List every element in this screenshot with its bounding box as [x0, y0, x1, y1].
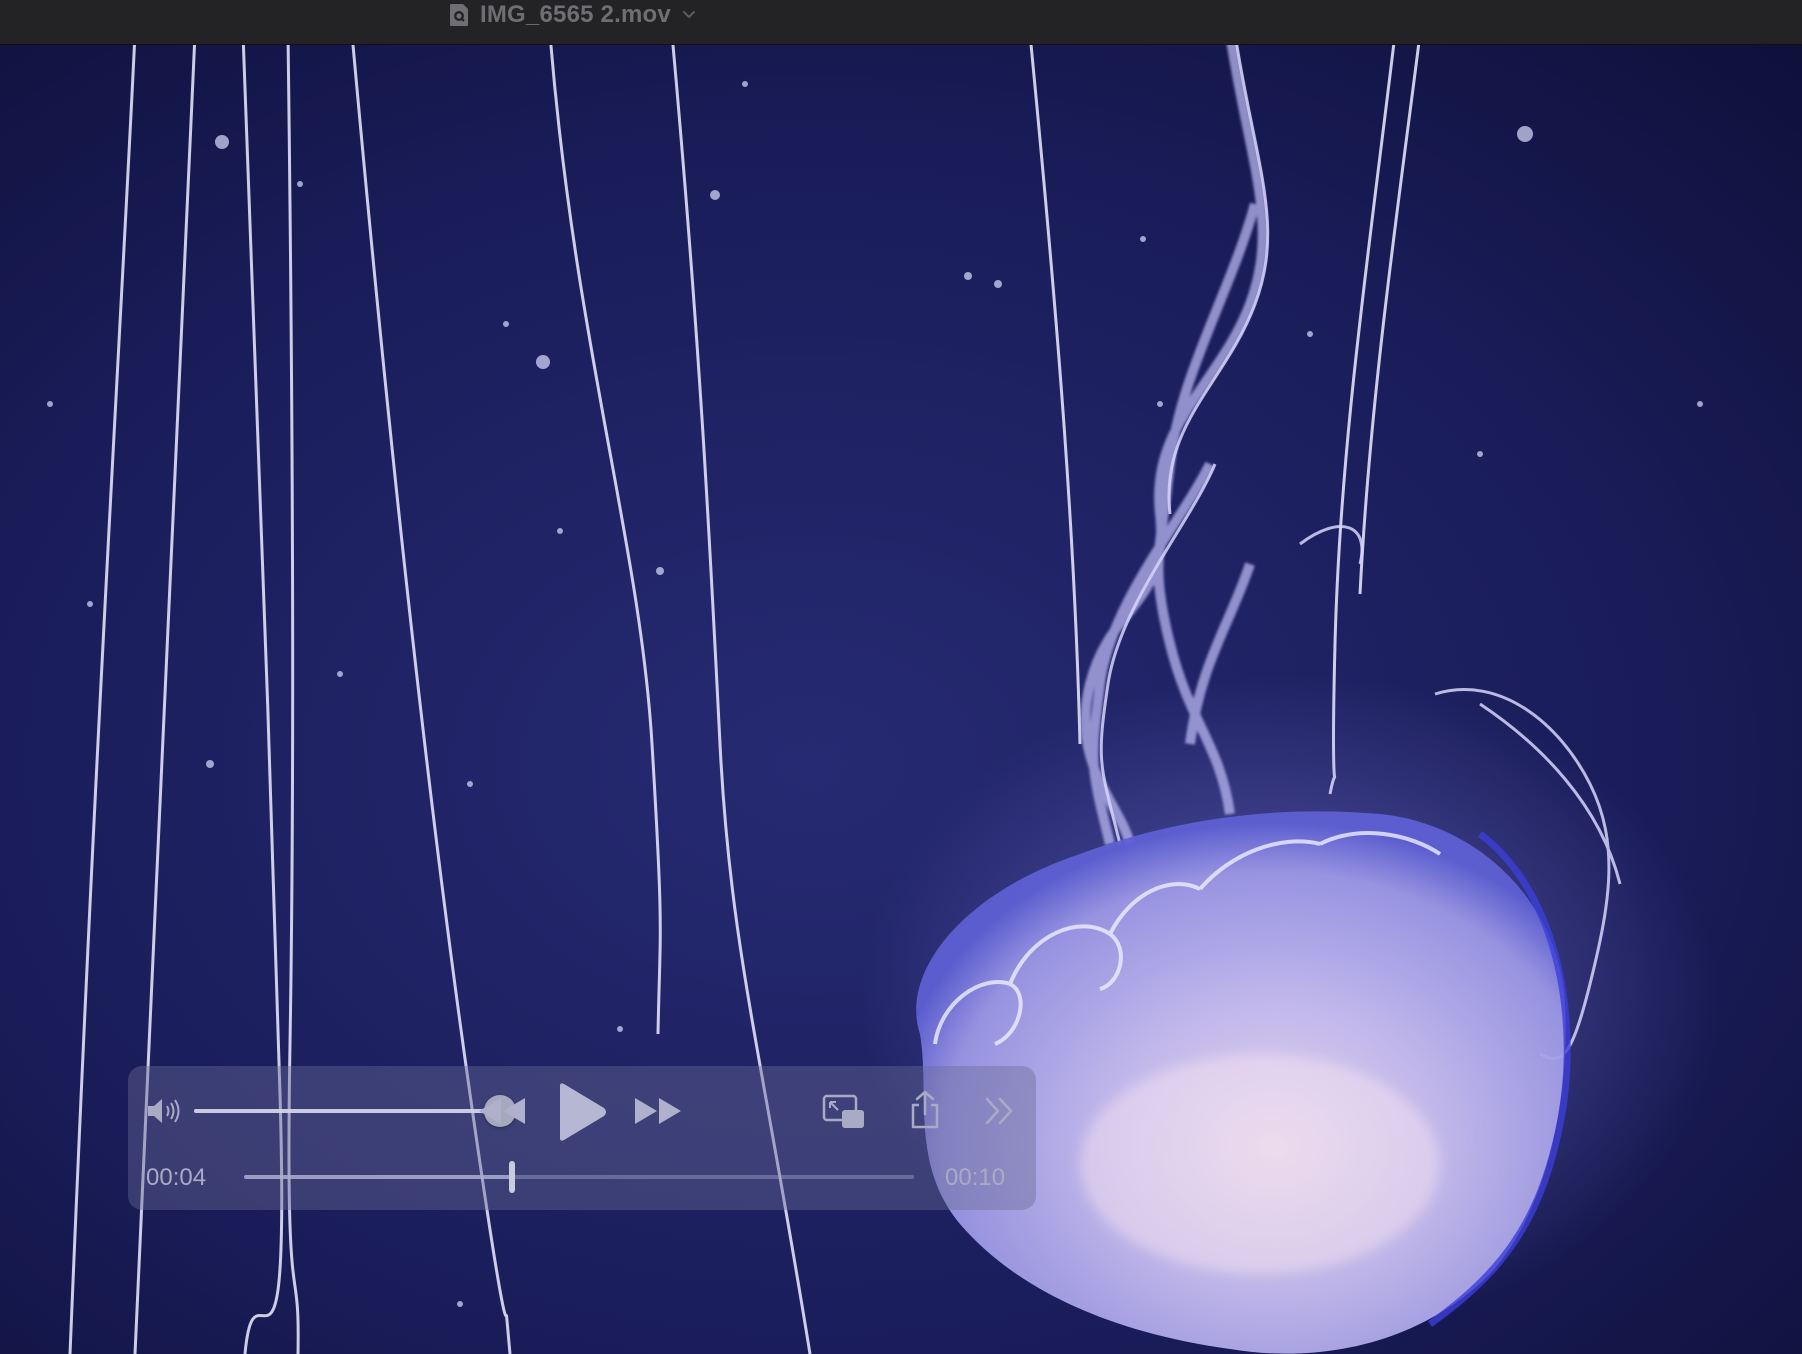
timeline-scrubber[interactable]: [244, 1161, 914, 1193]
rewind-icon[interactable]: [477, 1096, 527, 1131]
quicktime-player-window: IMG_6565 2.mov 00:04 00:10: [0, 0, 1802, 1354]
title-bar: IMG_6565 2.mov: [0, 0, 1802, 45]
window-title: IMG_6565 2.mov: [480, 1, 671, 28]
volume-slider[interactable]: [194, 1095, 516, 1127]
play-icon[interactable]: [556, 1082, 608, 1147]
quicktime-doc-icon: [448, 3, 470, 27]
time-total: 00:10: [945, 1164, 1006, 1191]
time-elapsed: 00:04: [146, 1164, 207, 1191]
playhead[interactable]: [509, 1161, 515, 1193]
share-icon[interactable]: [908, 1090, 942, 1135]
speaker-icon[interactable]: [146, 1096, 182, 1131]
picture-in-picture-icon[interactable]: [822, 1094, 866, 1135]
fast-forward-icon[interactable]: [633, 1096, 683, 1131]
volume-fill: [194, 1109, 500, 1113]
title-group[interactable]: IMG_6565 2.mov: [448, 0, 697, 30]
timeline-played: [244, 1175, 512, 1179]
chevron-down-icon[interactable]: [681, 7, 697, 23]
playback-controls: 00:04 00:10: [128, 1066, 1036, 1210]
double-chevron-right-icon[interactable]: [983, 1096, 1017, 1131]
